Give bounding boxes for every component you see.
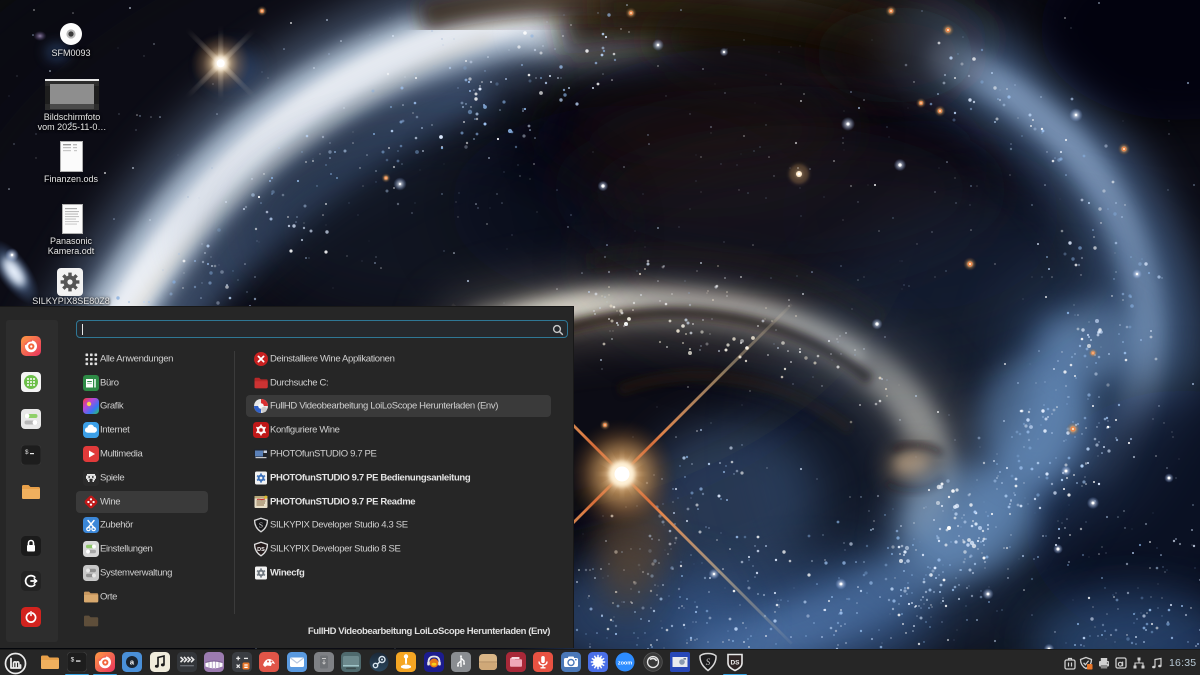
- svg-text:DS: DS: [257, 547, 265, 553]
- svg-text:DS: DS: [730, 660, 740, 667]
- svg-text:S: S: [259, 521, 263, 530]
- svg-text:$: $: [71, 657, 75, 664]
- svg-text:zoom: zoom: [618, 661, 632, 667]
- svg-text:$: $: [25, 449, 29, 456]
- svg-text:S: S: [705, 657, 710, 667]
